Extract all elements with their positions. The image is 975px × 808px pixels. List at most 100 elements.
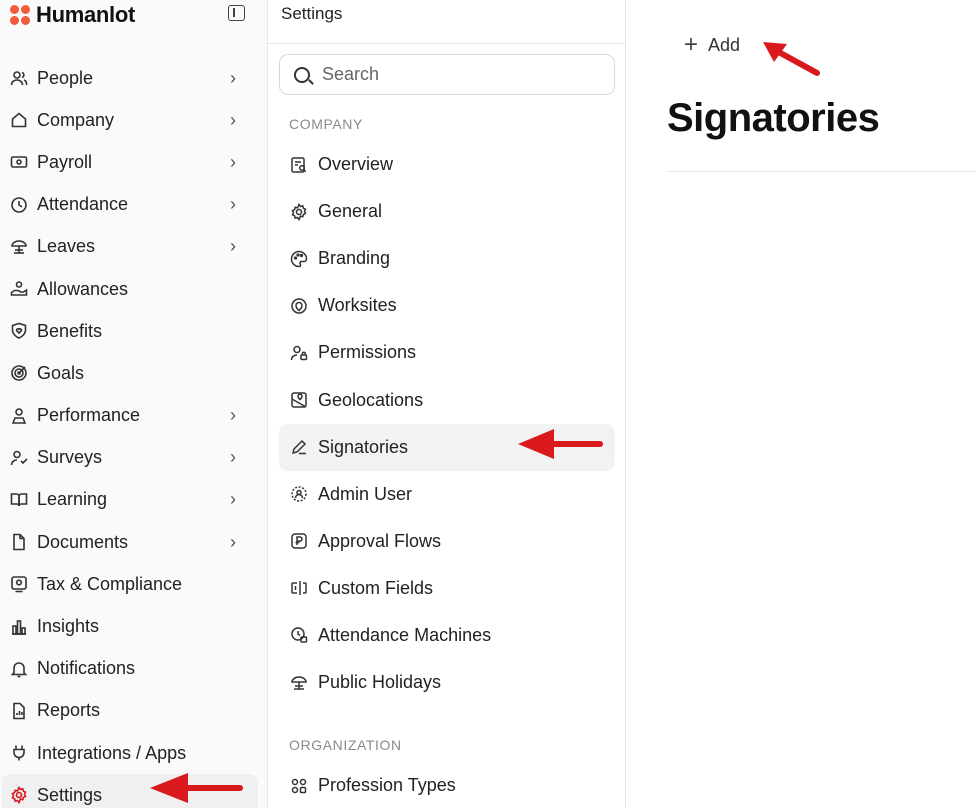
approval-icon [290, 532, 308, 550]
performance-icon [10, 407, 28, 425]
map-pin-icon [290, 297, 308, 315]
sidebar-item-label: Benefits [37, 320, 103, 341]
profession-icon [290, 777, 308, 795]
divider [268, 43, 626, 44]
text-field-icon [290, 579, 308, 597]
plug-icon [10, 744, 28, 762]
settings-item-label: Custom Fields [318, 577, 434, 598]
target-icon [10, 364, 28, 382]
holiday-icon [290, 674, 308, 692]
bar-chart-icon [10, 618, 28, 636]
chevron-right-icon: › [230, 151, 236, 172]
sidebar-collapse-icon[interactable] [228, 5, 245, 21]
sidebar-item-label: Tax & Compliance [37, 573, 183, 594]
map-icon [290, 391, 308, 409]
hand-coins-icon [10, 280, 28, 298]
chevron-right-icon: › [230, 447, 236, 468]
brand[interactable]: Humanlot [10, 1, 135, 29]
settings-item-label: Geolocations [318, 389, 424, 410]
settings-item-branding[interactable]: Branding [279, 235, 615, 282]
sidebar-item-settings[interactable]: Settings [2, 774, 258, 808]
pen-icon [290, 438, 308, 456]
sidebar-nav: People › Company › Payroll › Attendance … [0, 57, 268, 808]
chevron-right-icon: › [230, 405, 236, 426]
sidebar-item-learning[interactable]: Learning › [0, 479, 268, 521]
settings-item-public-holidays[interactable]: Public Holidays [279, 659, 615, 706]
survey-icon [10, 449, 28, 467]
settings-item-overview[interactable]: Overview [279, 141, 615, 188]
chevron-right-icon: › [230, 531, 236, 552]
sidebar-item-leaves[interactable]: Leaves › [0, 226, 268, 268]
company-settings-list: Overview General Branding Worksites Perm… [279, 141, 615, 706]
user-lock-icon [290, 344, 308, 362]
settings-item-approval-flows[interactable]: Approval Flows [279, 518, 615, 565]
chevron-right-icon: › [230, 109, 236, 130]
settings-item-label: Worksites [318, 295, 397, 316]
divider [667, 171, 975, 172]
settings-item-label: Approval Flows [318, 530, 442, 551]
organization-settings-list: Profession Types [279, 762, 615, 808]
sidebar-item-allowances[interactable]: Allowances [0, 268, 268, 310]
page-title: Signatories [667, 96, 880, 140]
sidebar-item-insights[interactable]: Insights [0, 605, 268, 647]
book-icon [10, 491, 28, 509]
sidebar-item-documents[interactable]: Documents › [0, 521, 268, 563]
settings-item-label: Overview [318, 154, 394, 175]
sidebar-item-reports[interactable]: Reports [0, 690, 268, 732]
report-icon [10, 702, 28, 720]
overview-icon [290, 156, 308, 174]
settings-panel-title: Settings [281, 4, 343, 23]
sidebar-item-label: Insights [37, 616, 100, 637]
settings-item-label: Public Holidays [318, 672, 442, 693]
tax-icon [10, 575, 28, 593]
chevron-right-icon: › [230, 67, 236, 88]
sidebar-item-tax-compliance[interactable]: Tax & Compliance [0, 563, 268, 605]
settings-item-label: Attendance Machines [318, 624, 492, 645]
sidebar-item-performance[interactable]: Performance › [0, 395, 268, 437]
sidebar-item-label: Integrations / Apps [37, 742, 187, 763]
file-icon [10, 533, 28, 551]
add-button-label: Add [708, 34, 741, 55]
add-signatory-button[interactable]: + Add [684, 32, 740, 58]
settings-item-profession-types[interactable]: Profession Types [279, 762, 615, 808]
search-box[interactable] [279, 54, 615, 95]
sidebar-item-label: Notifications [37, 658, 136, 679]
admin-user-icon [290, 485, 308, 503]
settings-item-label: Signatories [318, 436, 409, 457]
settings-item-label: Admin User [318, 483, 413, 504]
sidebar-item-label: Leaves [37, 236, 96, 257]
sidebar-item-label: Learning [37, 489, 108, 510]
home-icon [10, 111, 28, 129]
settings-item-custom-fields[interactable]: Custom Fields [279, 565, 615, 612]
sidebar-item-people[interactable]: People › [0, 57, 268, 99]
settings-item-admin-user[interactable]: Admin User [279, 471, 615, 518]
settings-item-label: Branding [318, 248, 391, 269]
sidebar-item-surveys[interactable]: Surveys › [0, 437, 268, 479]
settings-item-signatories[interactable]: Signatories [279, 423, 615, 471]
search-icon [294, 66, 310, 83]
sidebar-item-attendance[interactable]: Attendance › [0, 184, 268, 226]
brand-name: Humanlot [36, 2, 136, 27]
settings-item-worksites[interactable]: Worksites [279, 282, 615, 329]
settings-item-geolocations[interactable]: Geolocations [279, 376, 615, 423]
palette-icon [290, 250, 308, 268]
sidebar-item-goals[interactable]: Goals [0, 352, 268, 394]
sidebar-item-company[interactable]: Company › [0, 99, 268, 141]
sidebar-item-integrations[interactable]: Integrations / Apps [0, 732, 268, 774]
section-label-company: COMPANY [289, 116, 363, 132]
sidebar-item-benefits[interactable]: Benefits [0, 310, 268, 352]
umbrella-icon [10, 238, 28, 256]
settings-item-permissions[interactable]: Permissions [279, 329, 615, 376]
sidebar-item-label: Payroll [37, 151, 93, 172]
users-icon [10, 69, 28, 87]
sidebar-item-payroll[interactable]: Payroll › [0, 141, 268, 183]
sidebar-item-label: Allowances [37, 278, 129, 299]
settings-item-attendance-machines[interactable]: Attendance Machines [279, 612, 615, 659]
sidebar-item-label: Surveys [37, 447, 103, 468]
chevron-right-icon: › [230, 194, 236, 215]
settings-item-general[interactable]: General [279, 188, 615, 235]
sidebar-item-notifications[interactable]: Notifications [0, 648, 268, 690]
search-input[interactable] [322, 64, 602, 85]
chevron-right-icon: › [230, 236, 236, 257]
main-content: + Add Signatories [627, 0, 975, 808]
